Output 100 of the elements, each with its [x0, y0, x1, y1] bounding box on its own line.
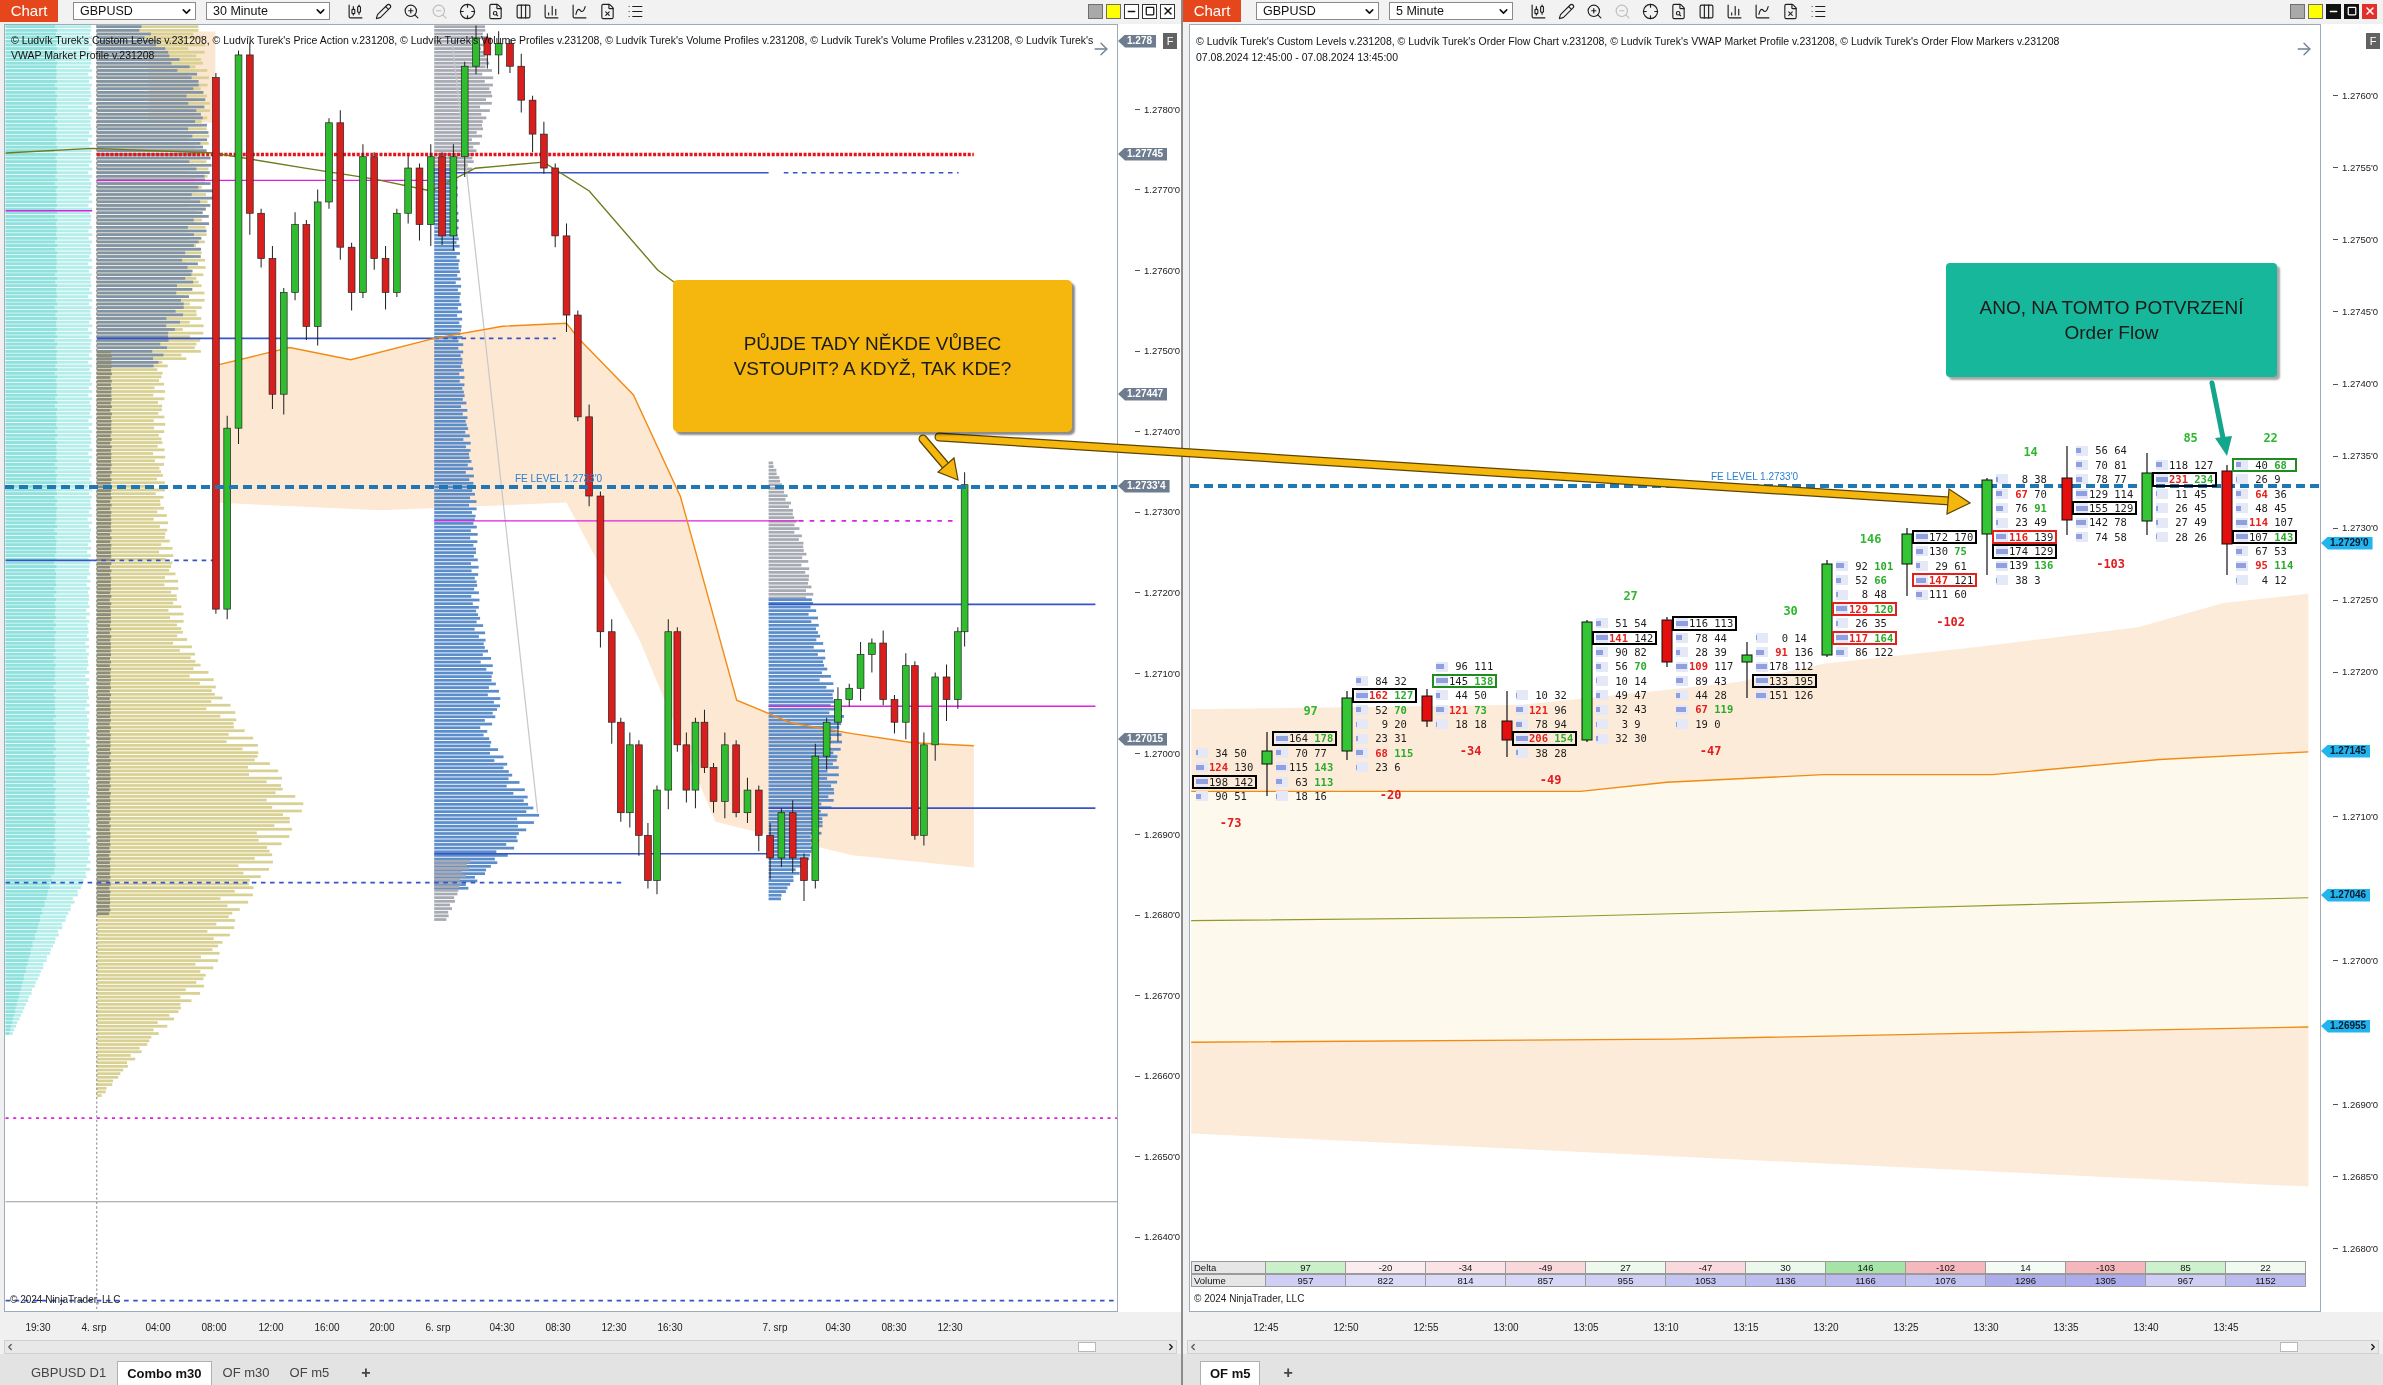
add-tab-button[interactable]: +: [1274, 1361, 1302, 1385]
chart-tab[interactable]: Combo m30: [117, 1361, 212, 1385]
scroll-right-icon[interactable]: [1166, 1342, 1176, 1352]
ask-volume: 9: [2274, 474, 2282, 485]
ask-volume: 138: [1474, 675, 1494, 687]
ask-volume: 50: [1474, 690, 1488, 701]
price-label: 1.2760'0: [2342, 91, 2379, 101]
scrollbar[interactable]: [1187, 1340, 2379, 1354]
link-color-button[interactable]: [2308, 3, 2323, 19]
add-tab-button[interactable]: +: [352, 1361, 380, 1385]
crosshair-icon[interactable]: [1642, 2, 1659, 20]
document-x-icon[interactable]: [1782, 2, 1799, 20]
chart-tab[interactable]: OF m30: [213, 1361, 279, 1385]
document-x-icon[interactable]: [599, 2, 616, 20]
price-label: 1.2755'0: [2342, 163, 2379, 173]
price-label: 1.2685'0: [2342, 1171, 2379, 1182]
scroll-thumb[interactable]: [1078, 1342, 1096, 1352]
price-marker: 1.27447: [1118, 387, 1168, 401]
pencil-icon[interactable]: [1558, 2, 1575, 20]
minimize-button[interactable]: [2326, 3, 2341, 19]
ask-volume: 130: [1234, 762, 1254, 773]
close-icon: [1161, 5, 1174, 17]
link-color-button[interactable]: [2290, 3, 2305, 19]
ask-volume: 32: [1394, 675, 1408, 687]
scroll-left-icon[interactable]: [1188, 1342, 1198, 1352]
table-cell: 146: [1826, 1261, 1906, 1274]
bid-volume: 26: [2174, 502, 2188, 514]
ask-volume: 12: [2274, 574, 2288, 586]
maximize-button[interactable]: [1142, 3, 1157, 19]
axis-f-button[interactable]: F: [2366, 33, 2380, 49]
bid-volume: 10: [1614, 675, 1628, 687]
bid-volume: 90: [1614, 646, 1628, 658]
ask-volume: 43: [1714, 675, 1728, 687]
bar-chart-icon[interactable]: [543, 2, 560, 20]
table-cell: -49: [1506, 1261, 1586, 1274]
bid-volume: 162: [1369, 690, 1388, 701]
bid-volume: 18: [1454, 718, 1468, 730]
ask-volume: 49: [2194, 517, 2208, 528]
chart-tab[interactable]: OF m5: [280, 1361, 339, 1385]
time-label: 16:30: [657, 1321, 683, 1335]
bid-volume: 111: [1929, 589, 1948, 600]
ask-volume: 3: [2034, 574, 2042, 586]
price-label: 1.2725'0: [2342, 595, 2379, 605]
time-label: 12:55: [1413, 1321, 1439, 1335]
instrument-select[interactable]: GBPUSD: [73, 2, 196, 20]
scroll-right-icon[interactable]: [2368, 1342, 2378, 1352]
close-button[interactable]: [1160, 3, 1175, 19]
scroll-left-icon[interactable]: [5, 1342, 15, 1352]
table-cell: 1305: [2066, 1274, 2146, 1287]
crosshair-icon[interactable]: [459, 2, 476, 20]
columns-icon[interactable]: [1698, 2, 1715, 20]
ask-volume: 114: [2114, 488, 2134, 499]
document-search-icon[interactable]: [487, 2, 504, 20]
link-color-button[interactable]: [1088, 3, 1103, 19]
bid-volume: 63: [1294, 776, 1308, 787]
columns-icon[interactable]: [515, 2, 532, 20]
price-label: 1.2780'0: [1144, 104, 1181, 115]
price-label: 1.2670'0: [1144, 990, 1181, 1001]
ask-volume: 30: [1634, 733, 1648, 744]
line-chart-icon[interactable]: [1754, 2, 1771, 20]
pencil-icon[interactable]: [375, 2, 392, 20]
chart-tab[interactable]: OF m5: [1200, 1361, 1261, 1385]
zoom-in-icon[interactable]: [403, 2, 420, 20]
bid-volume: 48: [2254, 502, 2268, 514]
link-color-button[interactable]: [1106, 3, 1121, 19]
candlestick-chart-icon[interactable]: [347, 2, 364, 20]
line-chart-icon[interactable]: [571, 2, 588, 20]
scroll-thumb[interactable]: [2280, 1342, 2298, 1352]
price-label: 1.2745'0: [2342, 307, 2379, 317]
candlestick-chart-icon[interactable]: [1530, 2, 1547, 20]
bid-volume: 56: [2094, 445, 2108, 456]
bid-volume: 114: [2249, 517, 2268, 528]
bid-volume: 151: [1769, 690, 1788, 701]
copyright: © 2024 NinjaTrader, LLC: [10, 1293, 121, 1307]
bid-volume: 38: [2014, 574, 2028, 586]
ask-volume: 60: [1954, 589, 1968, 600]
timeframe-select[interactable]: 30 Minute: [206, 2, 330, 20]
ask-volume: 26: [2194, 531, 2208, 543]
document-search-icon[interactable]: [1670, 2, 1687, 20]
bid-volume: 121: [1529, 704, 1548, 716]
minimize-button[interactable]: [1124, 3, 1139, 19]
instrument-select[interactable]: GBPUSD: [1256, 2, 1379, 20]
bid-volume: 121: [1449, 704, 1468, 715]
ask-volume: 111: [1474, 661, 1494, 672]
bid-volume: 52: [1374, 704, 1388, 716]
bar-chart-icon[interactable]: [1726, 2, 1743, 20]
price-label: 1.2660'0: [1144, 1071, 1181, 1081]
ask-volume: 112: [1794, 661, 1814, 672]
bid-volume: 19: [1694, 718, 1708, 730]
zoom-in-icon[interactable]: [1586, 2, 1603, 20]
chart-tab[interactable]: GBPUSD D1: [22, 1361, 116, 1385]
ask-volume: 94: [1554, 718, 1568, 730]
axis-f-button[interactable]: F: [1163, 33, 1177, 49]
ask-volume: 50: [1234, 747, 1248, 759]
maximize-button[interactable]: [2344, 3, 2359, 19]
scrollbar[interactable]: [4, 1340, 1177, 1354]
ask-volume: 73: [1474, 704, 1488, 715]
time-label: 13:05: [1573, 1321, 1599, 1335]
timeframe-select[interactable]: 5 Minute: [1389, 2, 1513, 20]
chart-label: Chart: [0, 0, 58, 22]
